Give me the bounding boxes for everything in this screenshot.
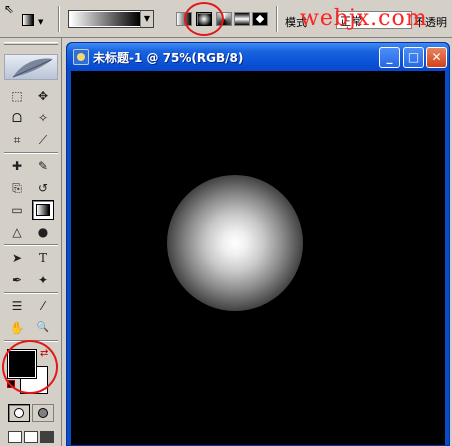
slice-icon: ⟋: [38, 133, 48, 147]
watermark: webjx.com: [300, 6, 428, 31]
annotation-circle: [2, 340, 58, 394]
clone-stamp-tool[interactable]: ⎘: [6, 178, 28, 198]
dodge-icon: ●: [37, 225, 49, 239]
lasso-tool[interactable]: ᗝ: [6, 108, 28, 128]
history-brush-icon: ↺: [37, 181, 49, 195]
cursor-icon: ⇖: [4, 2, 15, 16]
feather-icon: [12, 58, 53, 78]
marquee-icon: ⬚: [11, 89, 23, 103]
gradient-icon: [36, 204, 50, 216]
gradient-tool-icon: [22, 14, 34, 26]
document-title: 未标题-1 @ 75%(RGB/8): [93, 51, 244, 65]
lasso-icon: ᗝ: [12, 111, 22, 125]
separator: [58, 6, 60, 32]
eraser-tool[interactable]: ▭: [6, 200, 28, 220]
full-screen-menu-button[interactable]: [24, 431, 38, 443]
separator: [276, 6, 278, 32]
path-selection-tool[interactable]: ➤: [6, 248, 28, 268]
options-bar: ⇖ ▼ ▼ 模式 正常 不透明 webjx.com: [0, 0, 452, 38]
adobe-feather-logo[interactable]: [4, 54, 58, 80]
document-icon: [73, 49, 89, 65]
full-screen-button[interactable]: [40, 431, 54, 443]
gradient-preview: [70, 12, 140, 26]
toolbox-grip[interactable]: [4, 42, 58, 45]
dodge-tool[interactable]: ●: [32, 222, 54, 242]
blur-tool[interactable]: △: [6, 222, 28, 242]
hand-icon: ✋: [9, 321, 25, 335]
toolbox: ⬚ ✥ ᗝ ✧ ⌗ ⟋ ✚ ✎ ⎘ ↺ ▭ △ ● ➤ T ✒ ✦ ☰ ⁄ ✋ …: [0, 38, 62, 446]
hand-tool[interactable]: ✋: [6, 318, 28, 338]
shape-icon: ✦: [37, 273, 49, 287]
document-titlebar[interactable]: 未标题-1 @ 75%(RGB/8) _ □ ✕: [67, 43, 449, 71]
radial-gradient-glow: [167, 175, 303, 311]
tool-preset-picker[interactable]: ⇖ ▼: [2, 2, 48, 32]
document-window: 未标题-1 @ 75%(RGB/8) _ □ ✕: [66, 42, 450, 446]
eyedropper-icon: ⁄: [41, 299, 44, 313]
pen-tool[interactable]: ✒: [6, 270, 28, 290]
history-brush-tool[interactable]: ↺: [32, 178, 54, 198]
move-tool[interactable]: ✥: [32, 86, 54, 106]
brush-icon: ✎: [37, 159, 49, 173]
eyedropper-tool[interactable]: ⁄: [32, 296, 54, 316]
gradient-picker[interactable]: ▼: [68, 10, 154, 28]
zoom-icon: 🔍: [36, 322, 50, 333]
arrow-icon: ➤: [11, 251, 23, 265]
type-tool[interactable]: T: [32, 248, 54, 268]
gradient-tool[interactable]: [32, 200, 54, 220]
reflected-gradient-button[interactable]: [234, 12, 250, 26]
toolbox-separator: [4, 292, 58, 294]
zoom-tool[interactable]: 🔍: [32, 318, 54, 338]
chevron-down-icon[interactable]: ▼: [140, 11, 153, 27]
annotation-circle: [184, 2, 224, 36]
bandage-icon: ✚: [11, 159, 23, 173]
chevron-down-icon: ▼: [38, 18, 44, 26]
standard-screen-button[interactable]: [8, 431, 22, 443]
stamp-icon: ⎘: [12, 181, 22, 195]
pen-icon: ✒: [11, 273, 23, 287]
toolbox-separator: [4, 244, 58, 246]
notes-tool[interactable]: ☰: [6, 296, 28, 316]
move-icon: ✥: [37, 89, 49, 103]
notes-icon: ☰: [11, 299, 23, 313]
image-canvas[interactable]: [71, 71, 445, 445]
minimize-button[interactable]: _: [379, 47, 400, 68]
blur-icon: △: [12, 225, 22, 239]
magic-wand-icon: ✧: [37, 111, 49, 125]
custom-shape-tool[interactable]: ✦: [32, 270, 54, 290]
maximize-button[interactable]: □: [403, 47, 424, 68]
type-icon: T: [38, 251, 47, 265]
toolbox-separator: [4, 152, 58, 154]
eraser-icon: ▭: [11, 203, 23, 217]
slice-tool[interactable]: ⟋: [32, 130, 54, 150]
photoshop-window: ⇖ ▼ ▼ 模式 正常 不透明 webjx.com ⬚ ✥ ᗝ ✧ ⌗ ⟋ ✚ …: [0, 0, 452, 446]
crop-icon: ⌗: [13, 133, 21, 147]
mask-icon: [38, 408, 48, 418]
close-button[interactable]: ✕: [426, 47, 447, 68]
diamond-icon: [255, 14, 265, 24]
crop-tool[interactable]: ⌗: [6, 130, 28, 150]
brush-tool[interactable]: ✎: [32, 156, 54, 176]
quick-mask-button[interactable]: [32, 404, 54, 422]
healing-brush-tool[interactable]: ✚: [6, 156, 28, 176]
standard-mode-button[interactable]: [8, 404, 30, 422]
diamond-gradient-button[interactable]: [252, 12, 268, 26]
circle-icon: [14, 408, 24, 418]
magic-wand-tool[interactable]: ✧: [32, 108, 54, 128]
marquee-tool[interactable]: ⬚: [6, 86, 28, 106]
